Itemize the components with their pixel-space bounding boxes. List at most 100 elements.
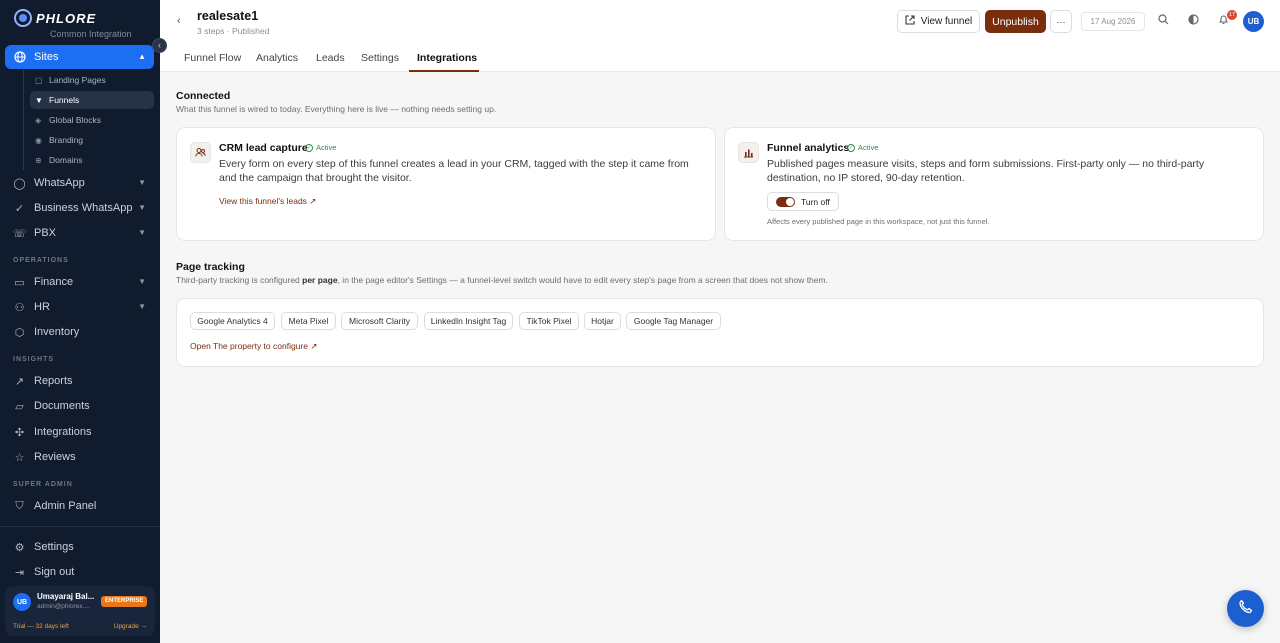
puzzle-icon: ✣ <box>14 426 25 439</box>
user-card[interactable]: UB Umayaraj Bal... admin@phlorex.... ENT… <box>5 586 155 636</box>
sub-item-label: Global Blocks <box>49 115 101 125</box>
tab-bar: Funnel Flow Analytics Leads Settings Int… <box>160 44 1280 72</box>
sub-item-label: Landing Pages <box>49 75 106 85</box>
status-label: Active <box>858 143 879 152</box>
globe-icon: ⊕ <box>35 155 42 165</box>
tab-integrations[interactable]: Integrations <box>417 52 477 64</box>
chevron-down-icon: ▼ <box>138 302 146 311</box>
trial-status: Trial — 32 days left <box>13 623 69 630</box>
sidebar-item-reviews[interactable]: ☆ Reviews <box>5 445 154 469</box>
check-icon: ✓ <box>847 143 855 152</box>
moon-icon[interactable] <box>1188 14 1199 28</box>
chevron-down-icon: ▼ <box>138 203 146 212</box>
sidebar-item-label: HR <box>34 301 50 313</box>
sidebar-item-settings[interactable]: ⚙ Settings <box>5 535 154 559</box>
sub-item-label: Branding <box>49 135 84 145</box>
sidebar-item-integrations[interactable]: ✣ Integrations <box>5 420 154 444</box>
search-icon[interactable] <box>1158 14 1169 28</box>
folder-icon: ▱ <box>15 400 24 413</box>
sub-item-branding[interactable]: ◉ Branding <box>30 131 154 149</box>
whatsapp-icon: ◯ <box>13 177 26 190</box>
blocks-icon: ◈ <box>35 115 42 125</box>
sub-item-label: Domains <box>49 155 83 165</box>
card-body: Published pages measure visits, steps an… <box>767 158 1205 184</box>
sidebar-item-label: PBX <box>34 227 57 239</box>
chevron-down-icon: ▼ <box>138 228 146 237</box>
connected-title: Connected <box>176 90 231 102</box>
card-body: Every form on every step of this funnel … <box>219 158 689 184</box>
chevron-up-icon: ▲ <box>138 52 146 61</box>
sidebar-item-finance[interactable]: ▭ Finance ▼ <box>5 270 154 294</box>
sidebar-item-admin-panel[interactable]: ⛉ Admin Panel <box>5 494 154 518</box>
sidebar-item-whatsapp[interactable]: ◯ WhatsApp ▼ <box>5 171 154 195</box>
toggle-label: Turn off <box>801 196 830 207</box>
tab-leads[interactable]: Leads <box>316 52 345 64</box>
external-link-icon <box>905 15 915 28</box>
sidebar-item-pbx[interactable]: ☏ PBX ▼ <box>5 221 154 245</box>
plan-badge: ENTERPRISE <box>101 596 148 607</box>
brand-logo[interactable]: PHLORE <box>14 8 96 28</box>
brand-name: PHLORE <box>36 10 97 26</box>
sidebar-item-label: Documents <box>34 400 90 412</box>
page-icon: ▢ <box>35 75 43 85</box>
sidebar-sub-item-partial[interactable]: Common Integration <box>50 29 150 39</box>
back-icon[interactable]: ‹ <box>177 15 181 27</box>
sidebar-item-sites[interactable]: Sites ▲ <box>5 45 154 69</box>
unpublish-button[interactable]: Unpublish <box>985 10 1046 33</box>
wallet-icon: ▭ <box>14 276 25 289</box>
phone-icon <box>1238 599 1253 619</box>
globe-icon <box>13 51 26 64</box>
bar-chart-icon <box>738 142 759 163</box>
desc-text: Third-party tracking is configured <box>176 275 303 285</box>
sub-item-funnels[interactable]: ▼ Funnels <box>30 91 154 109</box>
sidebar-item-hr[interactable]: ⚇ HR ▼ <box>5 295 154 319</box>
section-label-operations: OPERATIONS <box>13 257 69 264</box>
section-label-insights: INSIGHTS <box>13 356 55 363</box>
sidebar-item-reports[interactable]: ↗ Reports <box>5 369 154 393</box>
sidebar-item-documents[interactable]: ▱ Documents <box>5 394 154 418</box>
card-title: Funnel analytics <box>767 142 850 154</box>
funnel-analytics-card: Funnel analytics ✓ Active Published page… <box>724 127 1264 241</box>
tab-settings[interactable]: Settings <box>361 52 399 64</box>
logo-icon <box>14 9 32 27</box>
notification-count: 17 <box>1227 10 1237 20</box>
sub-item-landing-pages[interactable]: ▢ Landing Pages <box>30 71 154 89</box>
sidebar-item-label: Business WhatsApp <box>34 202 133 214</box>
sub-item-domains[interactable]: ⊕ Domains <box>30 151 154 169</box>
view-funnel-button[interactable]: View funnel <box>897 10 980 33</box>
collapse-sidebar-button[interactable]: ‹ <box>152 38 167 53</box>
view-leads-link[interactable]: View this funnel's leads ↗ <box>219 196 316 207</box>
main-content: ‹ realesate1 3 steps · Published View fu… <box>160 0 1280 643</box>
tracker-pill: Microsoft Clarity <box>341 312 418 330</box>
funnel-icon: ▼ <box>35 95 43 105</box>
tracker-pill: Meta Pixel <box>281 312 336 330</box>
sidebar-item-label: Finance <box>34 276 74 288</box>
star-icon: ☆ <box>14 451 25 464</box>
page-title: realesate1 <box>197 9 259 23</box>
turn-off-analytics-toggle[interactable]: Turn off <box>767 192 839 211</box>
gear-icon: ⚙ <box>14 541 25 554</box>
desc-emphasis: per page <box>302 275 338 285</box>
desc-text: , in the page editor's Settings — a funn… <box>337 275 828 285</box>
sidebar-item-business-whatsapp[interactable]: ✓ Business WhatsApp ▼ <box>5 196 154 220</box>
user-email: admin@phlorex.... <box>37 603 90 610</box>
box-icon: ⬡ <box>14 326 25 339</box>
sidebar-item-label: Integrations <box>34 426 92 438</box>
sidebar-item-sign-out[interactable]: ⇥ Sign out <box>5 560 154 584</box>
upgrade-link[interactable]: Upgrade → <box>114 623 147 630</box>
sidebar: PHLORE Common Integration Sites ▲ ▢ Landi… <box>0 0 160 643</box>
open-property-link[interactable]: Open The property to configure ↗ <box>190 341 317 352</box>
sub-item-global-blocks[interactable]: ◈ Global Blocks <box>30 111 154 129</box>
tab-funnel-flow[interactable]: Funnel Flow <box>184 52 241 64</box>
sidebar-item-label: Sites <box>34 51 59 63</box>
chevron-down-icon: ▼ <box>138 277 146 286</box>
tracker-pill: LinkedIn Insight Tag <box>424 312 513 330</box>
more-options-button[interactable]: ··· <box>1050 10 1072 33</box>
status-badge: ✓ Active <box>305 143 336 152</box>
tab-analytics[interactable]: Analytics <box>256 52 298 64</box>
sidebar-item-inventory[interactable]: ⬡ Inventory <box>5 320 154 344</box>
card-title: CRM lead capture <box>219 142 308 154</box>
call-button[interactable] <box>1227 590 1264 627</box>
tree-line <box>23 70 24 170</box>
avatar[interactable]: UB <box>1243 11 1264 32</box>
